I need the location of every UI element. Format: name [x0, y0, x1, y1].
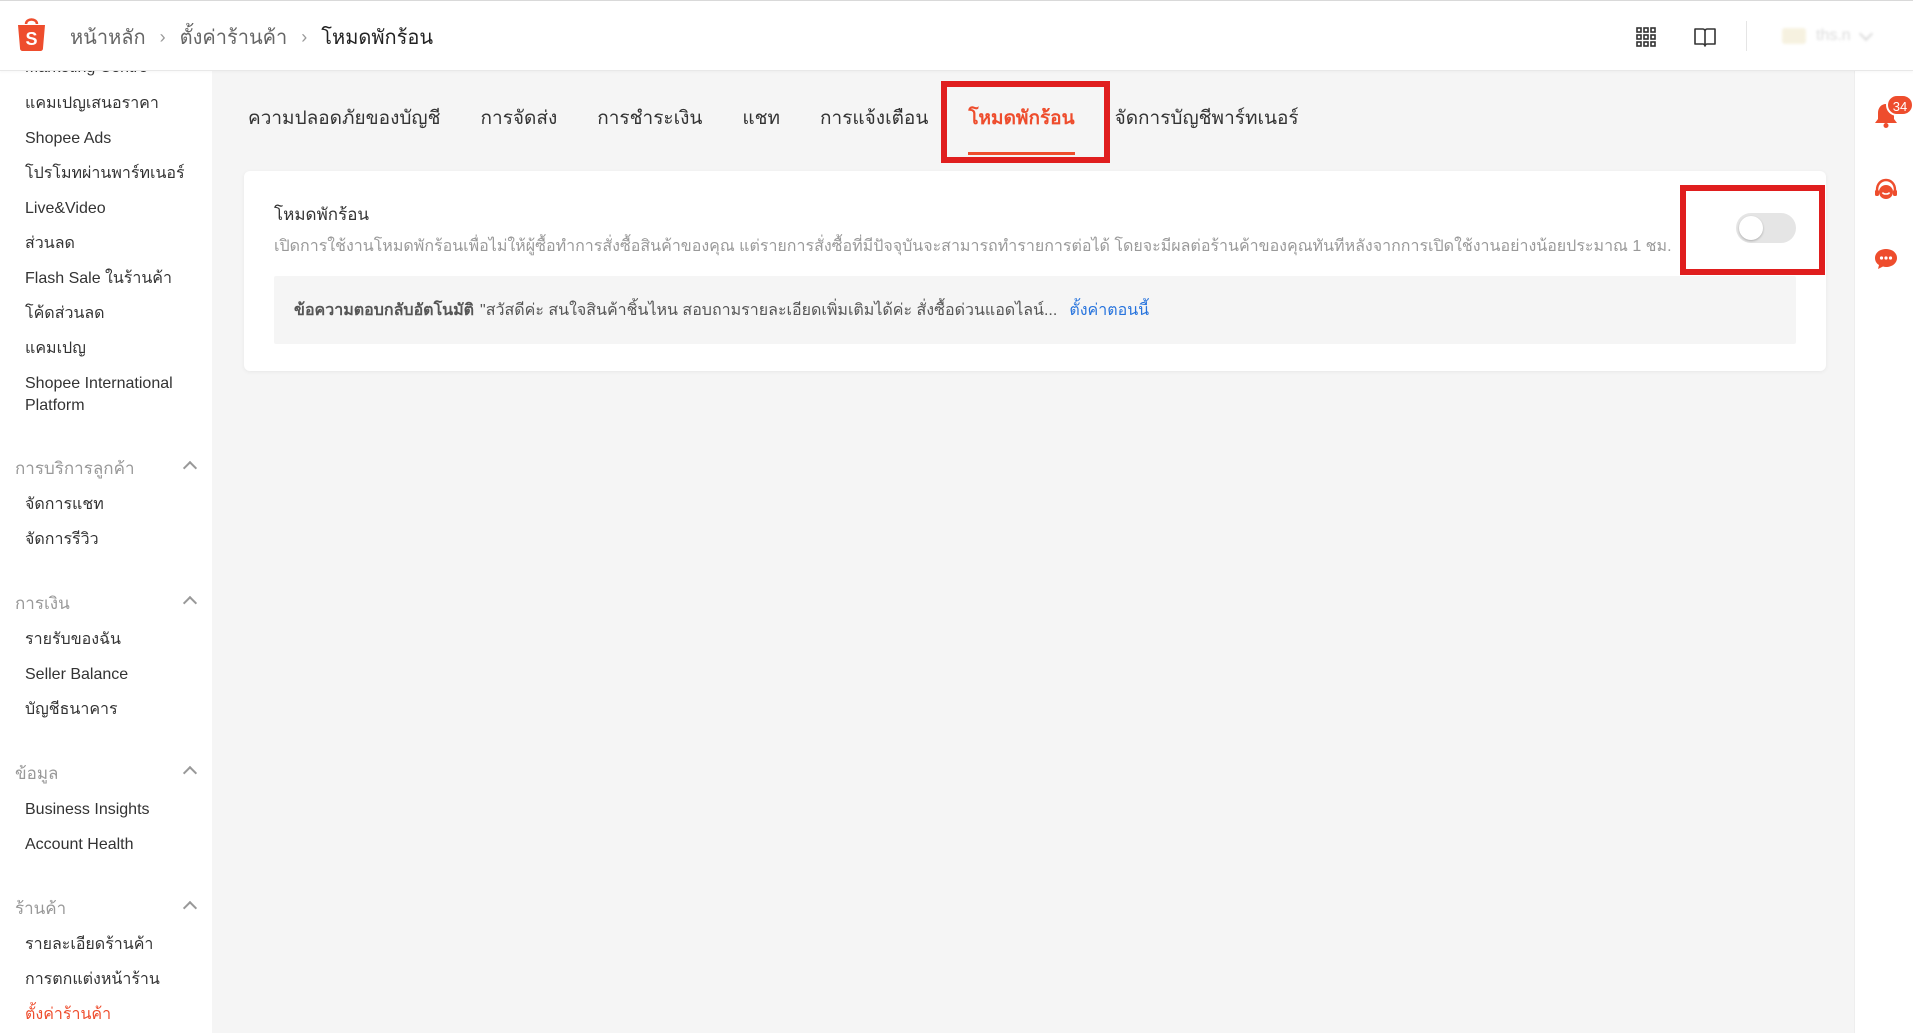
annotation-box-toggle	[1680, 185, 1825, 275]
tab-shipping[interactable]: การจัดส่ง	[481, 105, 558, 155]
chevron-right-icon: ›	[159, 26, 166, 47]
sidebar-section-customer-service[interactable]: การบริการลูกค้า	[15, 458, 198, 480]
auto-reply-label: ข้อความตอบกลับอัตโนมัติ	[294, 301, 475, 319]
sidebar-item-discount[interactable]: ส่วนลด	[25, 233, 205, 255]
sidebar-section-shop[interactable]: ร้านค้า	[15, 898, 198, 920]
auto-reply-panel: ข้อความตอบกลับอัตโนมัติ "สวัสดีค่ะ สนใจส…	[274, 276, 1796, 344]
sidebar-section-data[interactable]: ข้อมูล	[15, 763, 198, 785]
sidebar-item-shopee-ads[interactable]: Shopee Ads	[25, 128, 205, 150]
setup-now-link[interactable]: ตั้งค่าตอนนี้	[1069, 298, 1149, 323]
notification-badge: 34	[1886, 94, 1913, 116]
sidebar-item-flash-sale[interactable]: Flash Sale ในร้านค้า	[25, 268, 205, 290]
sidebar-item-partner-promo[interactable]: โปรโมทผ่านพาร์ทเนอร์	[25, 163, 205, 185]
sidebar-section-title: ร้านค้า	[15, 899, 67, 918]
chevron-up-icon	[182, 595, 198, 611]
settings-tabs: ความปลอดภัยของบัญชี การจัดส่ง การชำระเงิ…	[248, 105, 1339, 155]
chevron-down-icon	[1858, 26, 1873, 42]
sidebar-item-business-insights[interactable]: Business Insights	[25, 799, 205, 821]
chat-bubble-icon[interactable]	[1872, 245, 1900, 273]
apps-grid-icon[interactable]	[1634, 25, 1658, 49]
sidebar-item-live-video[interactable]: Live&Video	[25, 198, 205, 220]
book-icon[interactable]	[1693, 25, 1717, 49]
sidebar-item-shop-profile[interactable]: รายละเอียดร้านค้า	[25, 934, 205, 956]
tab-account-security[interactable]: ความปลอดภัยของบัญชี	[248, 105, 441, 155]
user-name: ths.n	[1816, 27, 1851, 44]
breadcrumb: หน้าหลัก › ตั้งค่าร้านค้า › โหมดพักร้อน	[70, 23, 433, 51]
svg-text:S: S	[25, 29, 37, 49]
customer-service-headset-icon[interactable]	[1872, 177, 1900, 205]
top-header: S หน้าหลัก › ตั้งค่าร้านค้า › โหมดพักร้อ…	[0, 0, 1913, 71]
sidebar-item-review-management[interactable]: จัดการรีวิว	[25, 529, 205, 551]
sidebar-section-title: การบริการลูกค้า	[15, 459, 135, 478]
header-divider	[1746, 21, 1747, 51]
sidebar-section-title: ข้อมูล	[15, 764, 59, 783]
sidebar-item-bid-campaign[interactable]: แคมเปญเสนอราคา	[25, 93, 205, 115]
chevron-up-icon	[182, 900, 198, 916]
chevron-right-icon: ›	[301, 26, 308, 47]
auto-reply-message: "สวัสดีค่ะ สนใจสินค้าชิ้นไหน สอบถามรายละ…	[480, 301, 1058, 319]
tab-partner-accounts[interactable]: จัดการบัญชีพาร์ทเนอร์	[1115, 105, 1299, 155]
annotation-box-tab	[941, 81, 1110, 163]
vacation-mode-card: โหมดพักร้อน เปิดการใช้งานโหมดพักร้อนเพื่…	[244, 171, 1826, 371]
sidebar-item-shop-settings[interactable]: ตั้งค่าร้านค้า	[25, 1004, 205, 1026]
breadcrumb-shop-settings[interactable]: ตั้งค่าร้านค้า	[180, 21, 288, 53]
tab-notifications[interactable]: การแจ้งเตือน	[820, 105, 928, 155]
sidebar-section-title: การเงิน	[15, 594, 70, 613]
sidebar-item-voucher[interactable]: โค้ดส่วนลด	[25, 303, 205, 325]
vacation-mode-description: เปิดการใช้งานโหมดพักร้อนเพื่อไม่ให้ผู้ซื…	[274, 238, 1672, 255]
sidebar-item-bank-account[interactable]: บัญชีธนาคาร	[25, 699, 205, 721]
breadcrumb-home[interactable]: หน้าหลัก	[70, 21, 146, 53]
chevron-up-icon	[182, 460, 198, 476]
vacation-mode-title: โหมดพักร้อน	[274, 205, 370, 224]
avatar	[1782, 28, 1806, 44]
sidebar-item-my-income[interactable]: รายรับของฉัน	[25, 629, 205, 651]
sidebar-item-account-health[interactable]: Account Health	[25, 834, 205, 856]
sidebar-item-campaign[interactable]: แคมเปญ	[25, 338, 205, 360]
shopee-logo-icon[interactable]: S	[16, 15, 47, 51]
chevron-up-icon	[182, 765, 198, 781]
sidebar-item-seller-balance[interactable]: Seller Balance	[25, 664, 205, 686]
sidebar-section-finance[interactable]: การเงิน	[15, 593, 198, 615]
breadcrumb-current: โหมดพักร้อน	[321, 27, 434, 49]
sidebar-item-shop-decoration[interactable]: การตกแต่งหน้าร้าน	[25, 969, 205, 991]
user-menu[interactable]: ths.n	[1782, 25, 1892, 47]
tab-chat[interactable]: แชท	[742, 105, 780, 155]
main-content: ความปลอดภัยของบัญชี การจัดส่ง การชำระเงิ…	[212, 71, 1854, 1033]
sidebar-item-chat-management[interactable]: จัดการแชท	[25, 494, 205, 516]
tab-payment[interactable]: การชำระเงิน	[597, 105, 702, 155]
sidebar: Marketing Centre แคมเปญเสนอราคา Shopee A…	[0, 71, 212, 1033]
sidebar-item-marketing-centre[interactable]: Marketing Centre	[25, 71, 205, 79]
sidebar-item-international-platform[interactable]: Shopee International Platform	[25, 373, 205, 417]
right-rail: 34	[1854, 71, 1913, 1033]
